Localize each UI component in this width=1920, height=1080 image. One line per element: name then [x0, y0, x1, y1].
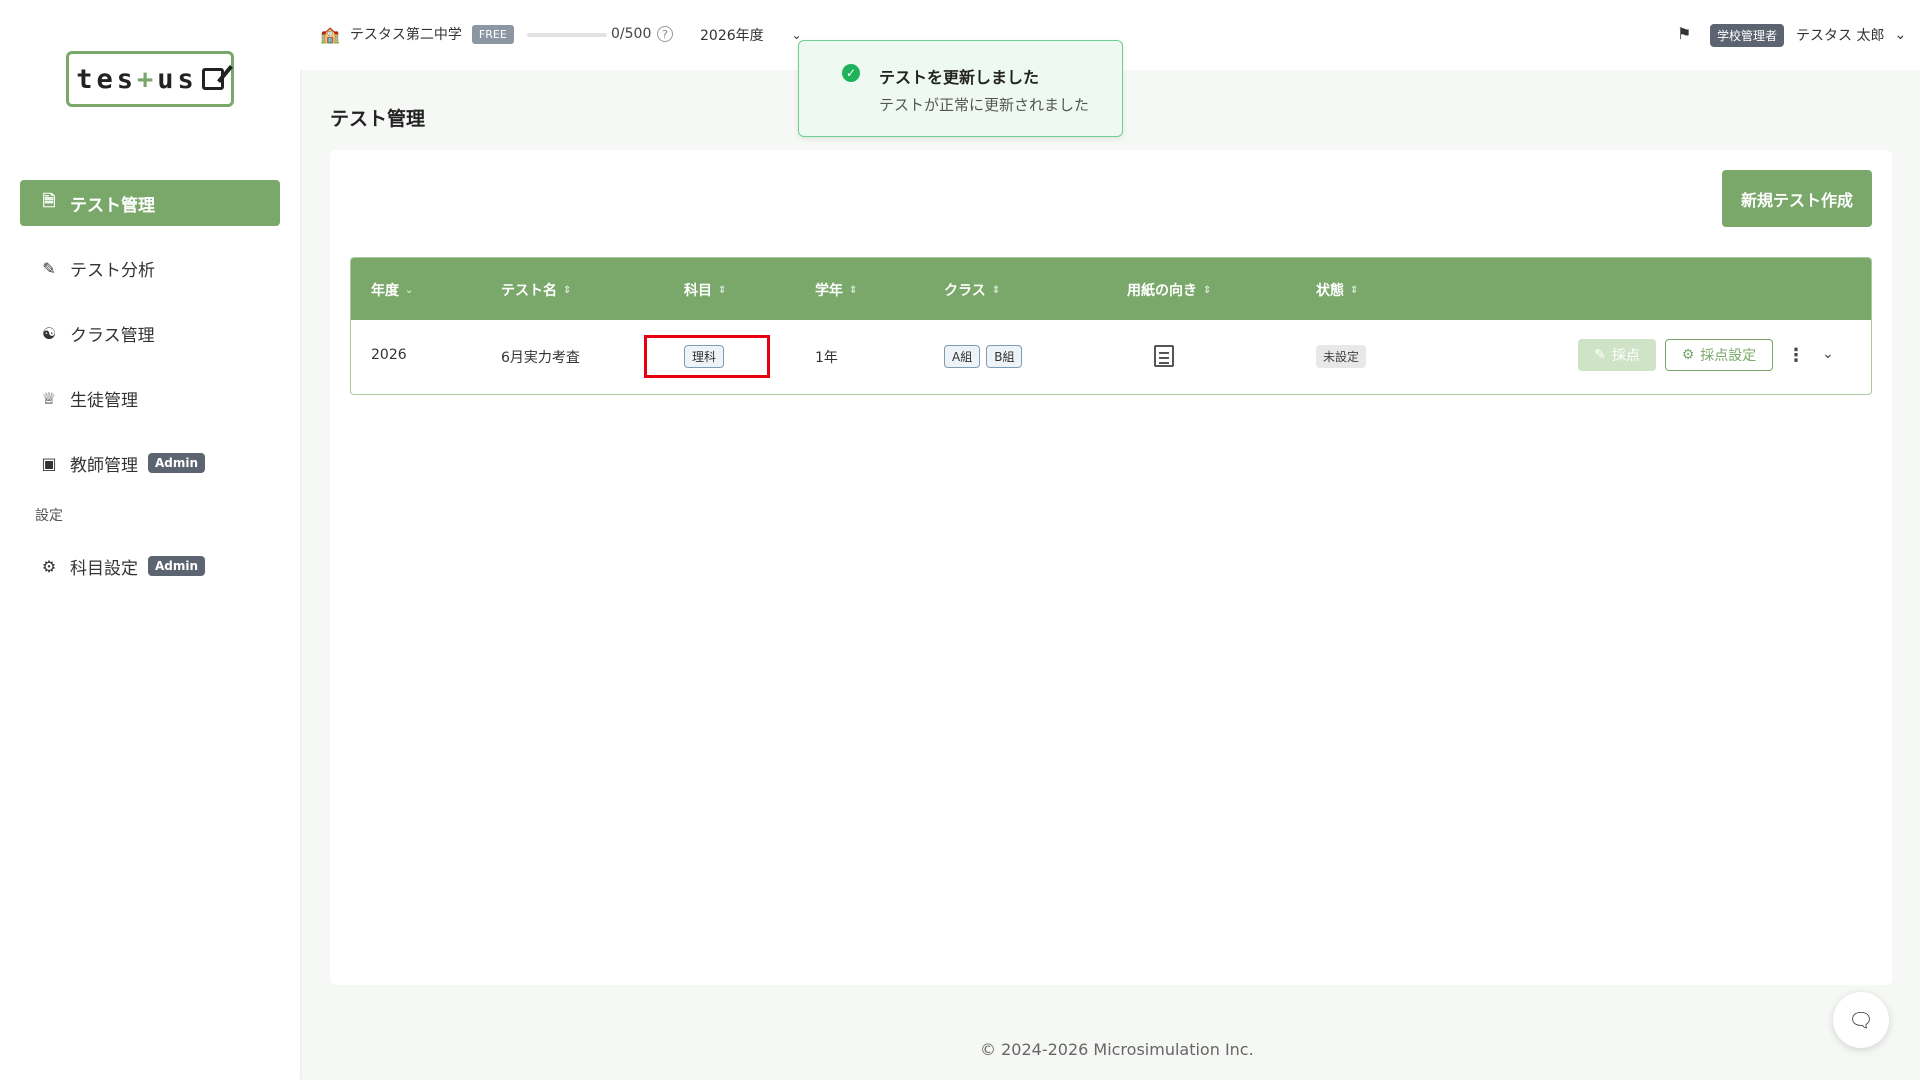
year-select[interactable]: 2026年度 ⌄	[700, 25, 802, 45]
toast-message: テストが正常に更新されました	[879, 96, 1090, 114]
flag-icon[interactable]: ⚑	[1677, 24, 1691, 43]
column-header-orientation[interactable]: 用紙の向き ⇕	[1127, 280, 1211, 300]
plan-badge: FREE	[471, 24, 514, 44]
column-header-grade[interactable]: 学年 ⇕	[815, 280, 857, 300]
user-name: テスタス 太郎	[1796, 28, 1885, 44]
chat-icon: 🗨	[1848, 1008, 1874, 1032]
sidebar-item-label: 教師管理	[70, 455, 138, 476]
toast-title: テストを更新しました	[879, 68, 1040, 87]
year-select-value: 2026年度	[700, 28, 764, 44]
gear-icon: ⚙	[41, 556, 57, 576]
footer-copyright: © 2024-2026 Microsimulation Inc.	[980, 1040, 1254, 1059]
admin-badge: Admin	[148, 453, 206, 473]
table-row[interactable]: 2026 6月実力考査 理科 1年 A組 B組 未設定 ✎ 採点 ⚙ 採点設定 ⋮ ⌄	[351, 320, 1871, 394]
sort-icon: ⇕	[1350, 284, 1359, 296]
sidebar-item-test-analysis[interactable]: ✎ テスト分析	[20, 245, 280, 291]
class-tag: A組	[944, 345, 981, 368]
sort-icon: ⇕	[1203, 284, 1212, 296]
cell-year: 2026	[371, 347, 407, 363]
chevron-down-icon[interactable]: ⌄	[1822, 346, 1834, 362]
test-list-card: 新規テスト作成 年度 ⌄ テスト名 ⇕ 科目 ⇕ 学年 ⇕ クラス ⇕ 用紙の向き ⇕ 状態…	[330, 150, 1892, 985]
sidebar-item-class-management[interactable]: ☯ クラス管理	[20, 310, 280, 356]
analysis-icon: ✎	[42, 258, 56, 278]
school-icon: 🏫	[320, 24, 340, 44]
sidebar-item-subject-settings[interactable]: ⚙ 科目設定 Admin	[20, 543, 280, 589]
sort-icon: ⇕	[718, 284, 727, 296]
test-table: 年度 ⌄ テスト名 ⇕ 科目 ⇕ 学年 ⇕ クラス ⇕ 用紙の向き ⇕ 状態 ⇕ 2026 6…	[350, 257, 1872, 395]
users-icon: ☯	[41, 323, 57, 343]
sidebar-item-teacher-management[interactable]: ▣ 教師管理 Admin	[20, 440, 280, 486]
cell-test-name: 6月実力考査	[501, 350, 580, 366]
help-icon[interactable]: ?	[657, 26, 673, 42]
sidebar-item-label: クラス管理	[70, 325, 155, 346]
pencil-icon: ✎	[1594, 347, 1606, 363]
success-toast: ✓ テストを更新しました テストが正常に更新されました	[798, 40, 1123, 137]
school-info: 🏫 テスタス第二中学 FREE	[320, 24, 514, 44]
table-header: 年度 ⌄ テスト名 ⇕ 科目 ⇕ 学年 ⇕ クラス ⇕ 用紙の向き ⇕ 状態 ⇕	[351, 258, 1871, 320]
school-name: テスタス第二中学	[349, 27, 462, 43]
user-menu[interactable]: テスタス 太郎 ⌄	[1796, 25, 1906, 45]
check-circle-icon: ✓	[842, 64, 860, 82]
document-icon: 🗎	[42, 190, 56, 210]
pen-icon	[201, 68, 224, 90]
settings-section-label: 設定	[35, 508, 63, 524]
sidebar-item-label: 科目設定	[70, 558, 138, 579]
more-vertical-icon[interactable]: ⋮	[1787, 345, 1805, 366]
cell-status: 未設定	[1316, 345, 1367, 368]
portrait-paper-icon	[1154, 345, 1174, 367]
grade-button[interactable]: ✎ 採点	[1578, 339, 1656, 371]
sidebar-item-student-management[interactable]: ♕ 生徒管理	[20, 375, 280, 421]
sort-icon: ⇕	[563, 284, 572, 296]
role-badge: 学校管理者	[1710, 24, 1785, 47]
subject-tag: 理科	[684, 345, 725, 368]
teacher-icon: ▣	[41, 453, 57, 473]
sidebar: tes+us 🗎 テスト管理 ✎ テスト分析 ☯ クラス管理 ♕ 生徒管理 ▣ …	[0, 0, 300, 1080]
sort-icon: ⇕	[991, 284, 1001, 296]
sidebar-item-label: テスト分析	[70, 260, 155, 281]
chevron-down-icon: ⌄	[1894, 27, 1907, 43]
column-header-subject[interactable]: 科目 ⇕	[684, 280, 726, 300]
class-tag: B組	[986, 345, 1023, 368]
cell-classes: A組 B組	[944, 345, 1023, 368]
cell-subject: 理科	[684, 345, 725, 368]
grade-settings-button[interactable]: ⚙ 採点設定	[1665, 339, 1773, 371]
testus-logo[interactable]: tes+us	[66, 51, 234, 107]
cell-grade: 1年	[815, 350, 838, 366]
sort-icon: ⇕	[849, 284, 858, 296]
page-title: テスト管理	[330, 108, 426, 130]
quota-progress-bar	[527, 33, 607, 37]
admin-badge: Admin	[148, 556, 206, 576]
sort-desc-icon: ⌄	[405, 284, 414, 296]
column-header-name[interactable]: テスト名 ⇕	[501, 280, 571, 300]
quota-text: 0/500	[611, 26, 652, 42]
gear-icon: ⚙	[1681, 347, 1695, 363]
column-header-year[interactable]: 年度 ⌄	[371, 280, 413, 300]
chat-support-button[interactable]: 🗨	[1833, 992, 1889, 1048]
sidebar-item-label: テスト管理	[70, 195, 155, 216]
new-test-button[interactable]: 新規テスト作成	[1722, 170, 1872, 227]
column-header-status[interactable]: 状態 ⇕	[1316, 280, 1358, 300]
sidebar-item-label: 生徒管理	[70, 390, 138, 411]
column-header-class[interactable]: クラス ⇕	[944, 280, 1000, 300]
status-badge: 未設定	[1316, 345, 1367, 368]
sidebar-nav: 🗎 テスト管理 ✎ テスト分析 ☯ クラス管理 ♕ 生徒管理 ▣ 教師管理 Ad…	[20, 180, 280, 608]
student-icon: ♕	[41, 388, 57, 408]
sidebar-item-test-management[interactable]: 🗎 テスト管理	[20, 180, 280, 226]
